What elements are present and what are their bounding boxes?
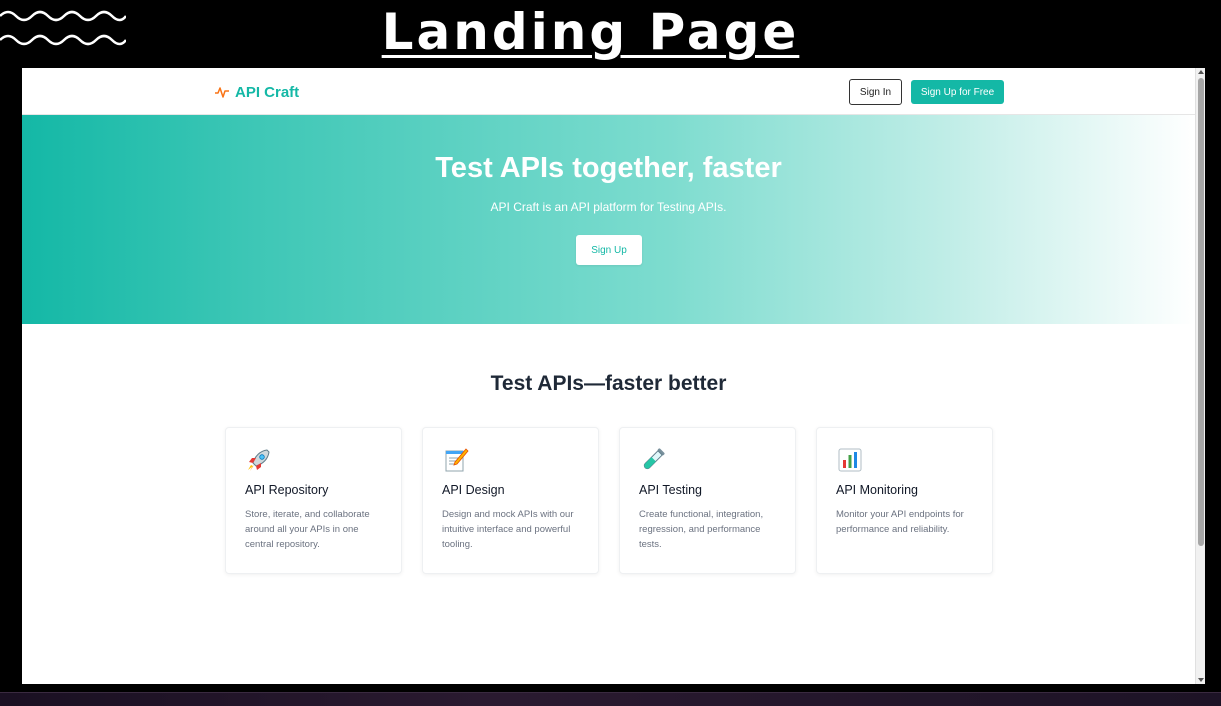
feature-card-repository: API Repository Store, iterate, and colla…: [225, 427, 402, 574]
hero-subtitle: API Craft is an API platform for Testing…: [490, 200, 727, 214]
scroll-thumb[interactable]: [1198, 78, 1204, 546]
features-title: Test APIs—faster better: [490, 372, 727, 395]
feature-cards: API Repository Store, iterate, and colla…: [225, 427, 995, 574]
card-description: Design and mock APIs with our intuitive …: [442, 509, 574, 550]
browser-viewport: API Craft Sign In Sign Up for Free Test …: [22, 68, 1205, 684]
bar-chart-icon: [838, 448, 862, 472]
card-title: API Monitoring: [836, 483, 918, 497]
brand-name: API Craft: [235, 83, 300, 101]
feature-card-monitoring: API Monitoring Monitor your API endpoint…: [816, 427, 993, 574]
activity-pulse-icon: [215, 87, 229, 98]
feature-card-testing: API Testing Create functional, integrati…: [619, 427, 796, 574]
card-title: API Design: [442, 483, 505, 497]
sign-in-button[interactable]: Sign In: [849, 79, 902, 105]
scroll-down-arrow-icon[interactable]: [1198, 678, 1204, 682]
card-title: API Testing: [639, 483, 703, 497]
sign-up-free-button[interactable]: Sign Up for Free: [911, 80, 1004, 104]
scroll-up-arrow-icon[interactable]: [1198, 70, 1204, 74]
card-description: Monitor your API endpoints for performan…: [836, 509, 964, 535]
vertical-scrollbar[interactable]: [1195, 68, 1205, 684]
bottom-bar: [0, 692, 1221, 706]
card-description: Store, iterate, and collaborate around a…: [245, 509, 370, 550]
memo-icon: [445, 448, 469, 472]
hero-section: Test APIs together, faster API Craft is …: [22, 115, 1195, 324]
navbar: API Craft Sign In Sign Up for Free: [22, 68, 1195, 115]
test-tube-icon: [643, 448, 665, 470]
rocket-icon: [248, 449, 270, 471]
card-description: Create functional, integration, regressi…: [639, 509, 764, 550]
feature-card-design: API Design Design and mock APIs with our…: [422, 427, 599, 574]
brand-logo[interactable]: API Craft: [215, 82, 299, 102]
hero-title: Test APIs together, faster: [435, 152, 782, 184]
card-title: API Repository: [245, 483, 329, 497]
slide-title: Landing Page: [381, 3, 800, 61]
hero-sign-up-button[interactable]: Sign Up: [576, 235, 642, 265]
